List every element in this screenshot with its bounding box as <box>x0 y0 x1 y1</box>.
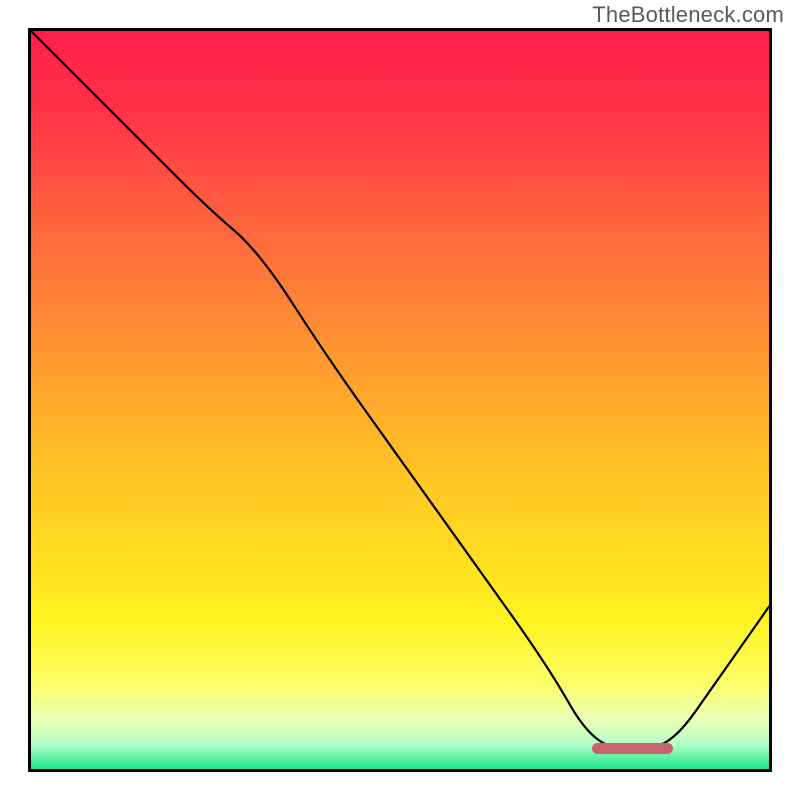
optimal-region-marker <box>592 743 673 754</box>
watermark-text: TheBottleneck.com <box>592 2 784 28</box>
chart-container: TheBottleneck.com <box>0 0 800 800</box>
bottleneck-curve <box>31 31 769 769</box>
plot-frame <box>28 28 772 772</box>
